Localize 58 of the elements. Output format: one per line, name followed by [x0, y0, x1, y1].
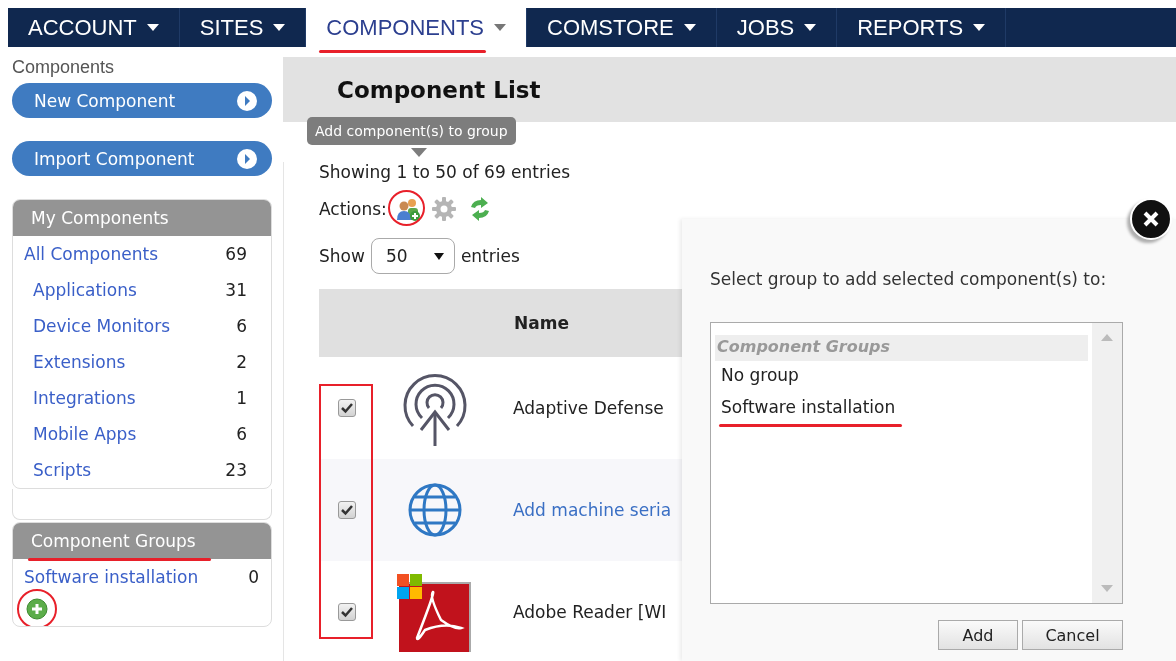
component-name: Adaptive Defense	[513, 398, 664, 418]
item-count: 31	[225, 280, 247, 300]
list-group-header: Component Groups	[715, 335, 1088, 361]
item-count: 0	[248, 567, 259, 587]
panel-header: My Components	[13, 200, 271, 236]
sidebar-button[interactable]: New Component	[12, 83, 272, 118]
sidebar-link[interactable]: Integrations	[33, 388, 136, 408]
caret-icon	[683, 24, 696, 31]
item-count: 69	[225, 244, 247, 264]
column-header: Name	[514, 313, 569, 333]
sidebar-link[interactable]: Extensions	[33, 352, 126, 372]
caret-icon	[273, 24, 286, 31]
arrow-circle-icon	[236, 147, 258, 170]
nav-menu-item[interactable]: REPORTS	[837, 8, 1007, 47]
sidebar-link[interactable]: Scripts	[33, 460, 92, 480]
add-button[interactable]: Add	[938, 620, 1018, 650]
item-count: 23	[225, 460, 247, 480]
arrow-circle-icon	[236, 89, 258, 112]
list-option[interactable]: No group	[715, 361, 1088, 393]
entries-info: Showing 1 to 50 of 69 entries	[319, 162, 571, 184]
tooltip: Add component(s) to group	[307, 117, 516, 145]
sidebar-link[interactable]: All Components	[24, 244, 159, 264]
caret-icon	[973, 24, 986, 31]
people-add-icon[interactable]	[394, 196, 421, 222]
cancel-button[interactable]: Cancel	[1022, 620, 1123, 650]
sidebar-link[interactable]: Device Monitors	[33, 316, 171, 336]
component-name: Adobe Reader [WI	[513, 602, 667, 622]
component-link[interactable]: Add machine seria	[513, 500, 672, 520]
dialog-prompt: Select group to add selected component(s) to:	[710, 269, 1108, 289]
item-count: 6	[236, 316, 247, 336]
actions-label: Actions:	[319, 199, 387, 219]
item-count: 2	[236, 352, 247, 372]
show-label: Show	[319, 246, 365, 266]
group-listbox[interactable]: Component Groups No group Software installation	[710, 322, 1123, 604]
panel-header: Component Groups	[13, 523, 271, 559]
page-title: Component List	[283, 57, 1176, 122]
nav-menu-item[interactable]: COMSTORE	[527, 8, 717, 47]
caret-icon	[804, 24, 817, 31]
checkbox[interactable]	[338, 501, 356, 519]
nav-menu-item[interactable]: JOBS	[716, 8, 838, 47]
sidebar-link[interactable]: Software installation	[24, 567, 199, 587]
list-option[interactable]: Software installation	[715, 393, 1088, 425]
sidebar-title: Components	[12, 57, 116, 79]
page-size-dropdown[interactable]: 50	[370, 238, 455, 274]
sidebar-link[interactable]: Mobile Apps	[33, 424, 137, 444]
nav-menu-item[interactable]: ACCOUNT	[8, 8, 180, 47]
add-group-icon[interactable]	[26, 598, 48, 620]
tooltip-arrow	[411, 148, 427, 157]
item-count: 6	[236, 424, 247, 444]
caret-icon	[146, 24, 159, 31]
sidebar-button[interactable]: Import Component	[12, 141, 272, 176]
caret-icon	[494, 24, 507, 31]
sidebar-link[interactable]: Applications	[33, 280, 137, 300]
entries-label: entries	[460, 246, 520, 266]
item-count: 1	[236, 388, 247, 408]
checkbox[interactable]	[338, 399, 356, 417]
close-icon	[1142, 210, 1160, 228]
checkbox[interactable]	[338, 603, 356, 621]
